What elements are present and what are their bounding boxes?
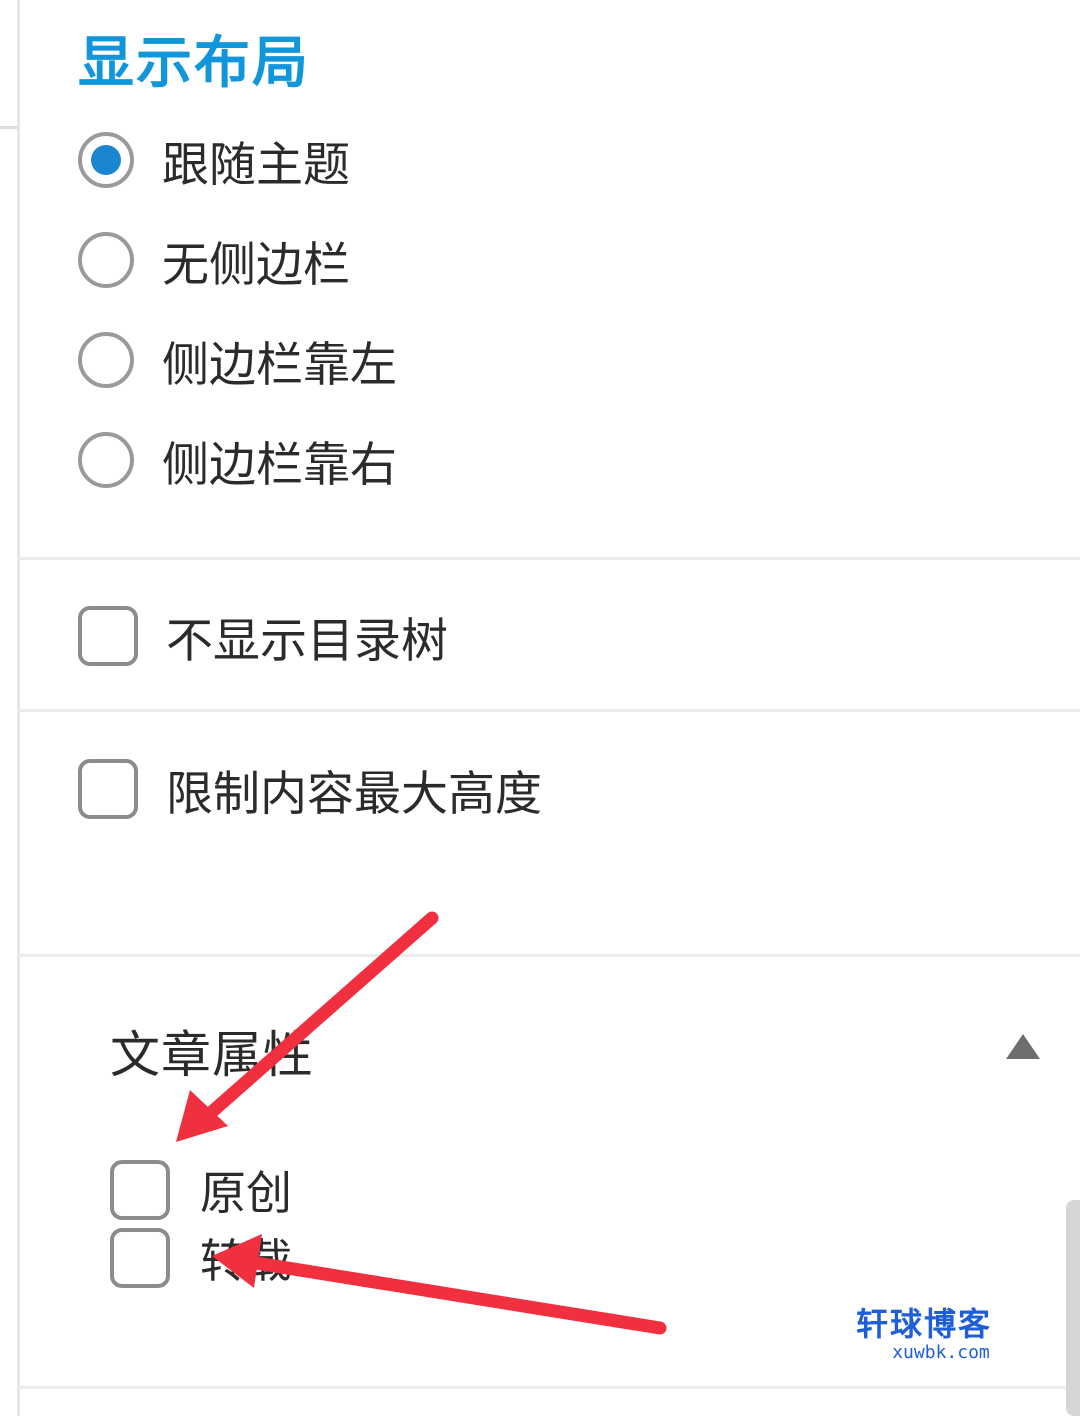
checkbox-label: 原创 (200, 1166, 292, 1220)
watermark-domain: xuwbk.com (892, 1342, 990, 1363)
section-divider (17, 709, 1080, 712)
checkbox-original[interactable]: 原创 (110, 1158, 292, 1222)
left-rail-divider (0, 126, 17, 129)
radio-button[interactable] (78, 232, 134, 288)
checkbox[interactable] (110, 1228, 170, 1288)
radio-button[interactable] (78, 132, 134, 188)
checkbox[interactable] (78, 759, 138, 819)
left-rail (0, 0, 20, 1416)
checkbox-label: 不显示目录树 (166, 613, 448, 669)
checkbox-label: 转载 (200, 1234, 292, 1288)
radio-button[interactable] (78, 332, 134, 388)
watermark-brand: 轩球博客 (856, 1305, 993, 1343)
section-divider (17, 557, 1080, 560)
radio-label: 跟随主题 (162, 137, 350, 193)
radio-option-sidebar-right[interactable]: 侧边栏靠右 (78, 428, 397, 493)
radio-selected-dot (91, 145, 121, 175)
checkbox[interactable] (78, 606, 138, 666)
toggle-limit-content-height[interactable]: 限制内容最大高度 (78, 757, 542, 822)
section-divider (17, 954, 1080, 957)
watermark: 轩球博客 xuwbk.com (856, 1306, 1026, 1370)
checkbox[interactable] (110, 1160, 170, 1220)
radio-label: 侧边栏靠右 (162, 437, 397, 493)
radio-option-sidebar-left[interactable]: 侧边栏靠左 (78, 328, 397, 393)
radio-button[interactable] (78, 432, 134, 488)
toggle-hide-toc[interactable]: 不显示目录树 (78, 604, 448, 669)
scrollbar[interactable] (1066, 1200, 1080, 1416)
layout-section-title: 显示布局 (78, 31, 310, 96)
radio-option-no-sidebar[interactable]: 无侧边栏 (78, 228, 350, 293)
triangle-up-icon[interactable] (1006, 1034, 1040, 1059)
article-attributes-title: 文章属性 (110, 1026, 314, 1084)
checkbox-repost[interactable]: 转载 (110, 1226, 292, 1290)
radio-label: 侧边栏靠左 (162, 337, 397, 393)
radio-label: 无侧边栏 (162, 237, 350, 293)
radio-option-follow-theme[interactable]: 跟随主题 (78, 128, 350, 193)
section-divider (17, 1386, 1080, 1389)
checkbox-label: 限制内容最大高度 (166, 766, 542, 822)
